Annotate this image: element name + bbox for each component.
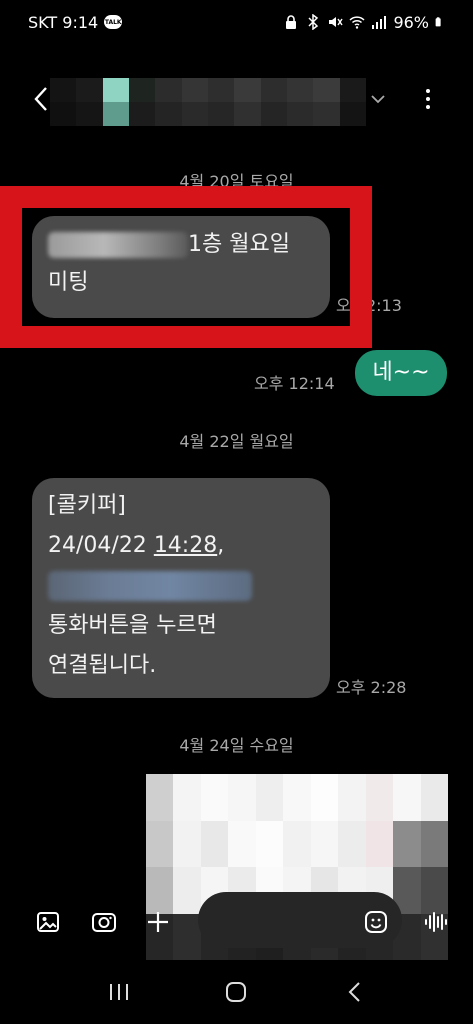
- emoji-icon: [365, 911, 387, 933]
- talk-notification-icon: TALK: [104, 15, 123, 29]
- status-bar: SKT 9:14 TALK 96%: [0, 0, 473, 44]
- highlight-frame: [0, 186, 372, 348]
- message-time: 오후 12:14: [254, 374, 335, 393]
- date-separator: 4월 24일 수요일: [179, 736, 294, 755]
- outgoing-message-bubble[interactable]: 네~~: [355, 350, 447, 396]
- message-text-line: [콜키퍼]: [48, 493, 126, 518]
- message-text-line: 통화버튼을 누르면: [48, 613, 217, 638]
- blurred-phone-number[interactable]: [48, 571, 252, 601]
- chevron-left-icon: [34, 87, 47, 111]
- chevron-down-icon: [371, 94, 385, 103]
- message-text-line: 연결됩니다.: [48, 653, 157, 678]
- more-options-button[interactable]: [416, 84, 440, 114]
- battery-percent: 96%: [393, 12, 429, 32]
- attach-button[interactable]: [144, 908, 172, 936]
- message-text-part: ,: [217, 533, 225, 558]
- carrier-time: SKT 9:14: [28, 12, 99, 32]
- message-time: 오후 2:28: [336, 678, 407, 697]
- voice-record-button[interactable]: [422, 908, 450, 936]
- voice-icon: [425, 912, 447, 932]
- lock-icon: [286, 15, 297, 29]
- message-text: 네~~: [372, 360, 430, 385]
- conversation-header: [0, 70, 473, 128]
- home-icon: [226, 982, 247, 1002]
- message-time-link[interactable]: 14:28: [154, 533, 217, 558]
- incoming-message-bubble[interactable]: [콜키퍼] 24/04/22 14:28, 통화버튼을 누르면 연결됩니다.: [32, 478, 330, 698]
- back-icon: [348, 982, 360, 1002]
- mute-icon: [329, 17, 344, 27]
- emoji-sticker-button[interactable]: [362, 908, 390, 936]
- date-separator: 4월 22일 월요일: [179, 432, 294, 451]
- plus-icon: [148, 912, 168, 932]
- camera-icon: [92, 913, 116, 932]
- gallery-button[interactable]: [34, 908, 62, 936]
- home-button[interactable]: [214, 972, 258, 1012]
- signal-icon: [372, 16, 387, 29]
- gallery-icon: [37, 912, 59, 932]
- message-date-link[interactable]: 24/04/22: [48, 533, 154, 558]
- message-composer: [0, 890, 473, 956]
- more-vertical-icon: [426, 89, 430, 93]
- camera-button[interactable]: [90, 908, 118, 936]
- recents-button[interactable]: [97, 972, 141, 1012]
- contact-name-blurred[interactable]: [50, 78, 366, 126]
- system-nav-bar: [0, 960, 473, 1024]
- contact-details-toggle[interactable]: [366, 90, 390, 108]
- recents-icon: [109, 984, 128, 1000]
- battery-icon: [435, 17, 441, 27]
- bluetooth-icon: [308, 14, 319, 30]
- wifi-icon: [349, 16, 365, 29]
- system-back-button[interactable]: [332, 972, 376, 1012]
